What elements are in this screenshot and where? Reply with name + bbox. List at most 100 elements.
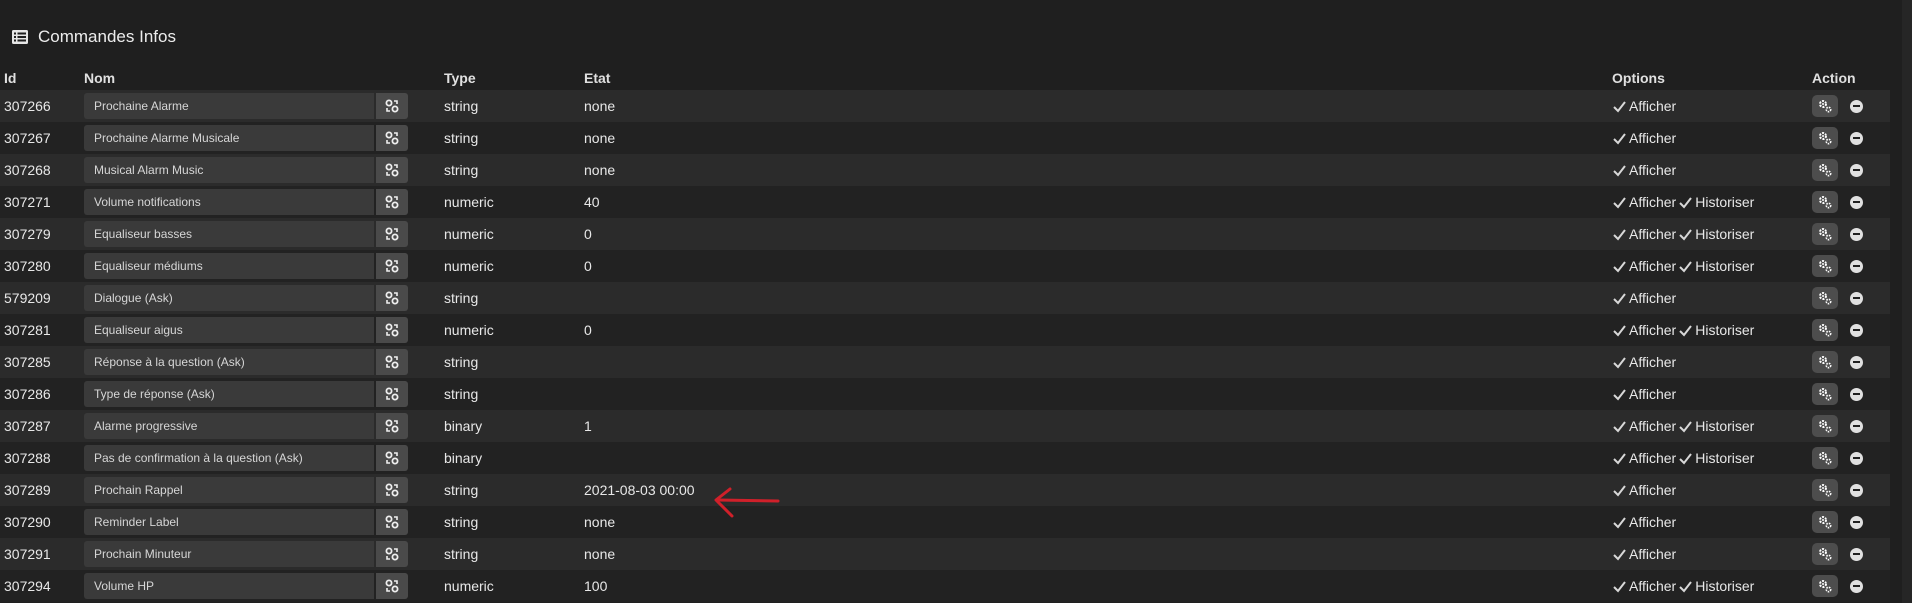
- gears-icon[interactable]: [1812, 447, 1838, 469]
- gears-icon[interactable]: [1812, 287, 1838, 309]
- gears-icon[interactable]: [1812, 543, 1838, 565]
- configure-icon[interactable]: [376, 253, 408, 279]
- gears-icon[interactable]: [1812, 159, 1838, 181]
- name-input[interactable]: Equaliseur basses: [84, 221, 374, 247]
- minus-circle-icon[interactable]: [1850, 547, 1863, 561]
- check-icon[interactable]: [1612, 259, 1627, 274]
- configure-icon[interactable]: [376, 221, 408, 247]
- cell-type: string: [444, 130, 479, 146]
- name-input[interactable]: Reminder Label: [84, 509, 374, 535]
- name-input[interactable]: Prochain Rappel: [84, 477, 374, 503]
- header-id: Id: [4, 70, 17, 86]
- check-icon[interactable]: [1612, 131, 1627, 146]
- name-input[interactable]: Volume notifications: [84, 189, 374, 215]
- minus-circle-icon[interactable]: [1850, 387, 1863, 401]
- header-action: Action: [1812, 70, 1856, 86]
- check-icon[interactable]: [1612, 323, 1627, 338]
- gears-icon[interactable]: [1812, 255, 1838, 277]
- check-icon[interactable]: [1612, 195, 1627, 210]
- name-input[interactable]: Equaliseur médiums: [84, 253, 374, 279]
- configure-icon[interactable]: [376, 189, 408, 215]
- check-icon[interactable]: [1612, 515, 1627, 530]
- minus-circle-icon[interactable]: [1850, 515, 1863, 529]
- minus-circle-icon[interactable]: [1850, 483, 1863, 497]
- minus-circle-icon[interactable]: [1850, 195, 1863, 209]
- configure-icon[interactable]: [376, 477, 408, 503]
- cell-nom: Prochain Rappel: [84, 477, 444, 503]
- minus-circle-icon[interactable]: [1850, 163, 1863, 177]
- check-icon[interactable]: [1678, 419, 1693, 434]
- table-row: 307288 Pas de confirmation à la question …: [0, 442, 1890, 474]
- gears-icon[interactable]: [1812, 223, 1838, 245]
- minus-circle-icon[interactable]: [1850, 419, 1863, 433]
- check-icon[interactable]: [1612, 387, 1627, 402]
- gears-icon[interactable]: [1812, 319, 1838, 341]
- gears-icon[interactable]: [1812, 191, 1838, 213]
- scrollbar[interactable]: [1902, 0, 1912, 603]
- name-input[interactable]: Pas de confirmation à la question (Ask): [84, 445, 374, 471]
- configure-icon[interactable]: [376, 349, 408, 375]
- gears-icon[interactable]: [1812, 127, 1838, 149]
- check-icon[interactable]: [1678, 451, 1693, 466]
- check-icon[interactable]: [1612, 547, 1627, 562]
- gears-icon[interactable]: [1812, 95, 1838, 117]
- name-input[interactable]: Type de réponse (Ask): [84, 381, 374, 407]
- configure-icon[interactable]: [376, 509, 408, 535]
- gears-icon[interactable]: [1812, 351, 1838, 373]
- configure-icon[interactable]: [376, 573, 408, 599]
- check-icon[interactable]: [1612, 419, 1627, 434]
- gears-icon[interactable]: [1812, 575, 1838, 597]
- minus-circle-icon[interactable]: [1850, 227, 1863, 241]
- check-icon[interactable]: [1678, 323, 1693, 338]
- gears-icon[interactable]: [1812, 479, 1838, 501]
- option-label: Afficher: [1629, 194, 1677, 210]
- check-icon[interactable]: [1612, 291, 1627, 306]
- check-icon[interactable]: [1678, 227, 1693, 242]
- cell-options: Afficher Historiser: [1612, 418, 1812, 434]
- configure-icon[interactable]: [376, 541, 408, 567]
- name-input[interactable]: Musical Alarm Music: [84, 157, 374, 183]
- configure-icon[interactable]: [376, 125, 408, 151]
- minus-circle-icon[interactable]: [1850, 291, 1863, 305]
- check-icon[interactable]: [1612, 579, 1627, 594]
- check-icon[interactable]: [1612, 355, 1627, 370]
- cell-id: 307294: [4, 578, 51, 594]
- option-label: Afficher: [1629, 258, 1677, 274]
- configure-icon[interactable]: [376, 445, 408, 471]
- minus-circle-icon[interactable]: [1850, 323, 1863, 337]
- configure-icon[interactable]: [376, 285, 408, 311]
- name-input[interactable]: Dialogue (Ask): [84, 285, 374, 311]
- minus-circle-icon[interactable]: [1850, 451, 1863, 465]
- configure-icon[interactable]: [376, 317, 408, 343]
- check-icon[interactable]: [1678, 579, 1693, 594]
- configure-icon[interactable]: [376, 93, 408, 119]
- name-input[interactable]: Equaliseur aigus: [84, 317, 374, 343]
- configure-icon[interactable]: [376, 381, 408, 407]
- check-icon[interactable]: [1678, 195, 1693, 210]
- configure-icon[interactable]: [376, 157, 408, 183]
- name-input[interactable]: Prochaine Alarme Musicale: [84, 125, 374, 151]
- minus-circle-icon[interactable]: [1850, 99, 1863, 113]
- check-icon[interactable]: [1612, 451, 1627, 466]
- minus-circle-icon[interactable]: [1850, 579, 1863, 593]
- name-input[interactable]: Volume HP: [84, 573, 374, 599]
- cell-id: 307285: [4, 354, 51, 370]
- check-icon[interactable]: [1612, 483, 1627, 498]
- gears-icon[interactable]: [1812, 415, 1838, 437]
- cell-type: string: [444, 290, 479, 306]
- check-icon[interactable]: [1678, 259, 1693, 274]
- minus-circle-icon[interactable]: [1850, 355, 1863, 369]
- check-icon[interactable]: [1612, 163, 1627, 178]
- name-input[interactable]: Alarme progressive: [84, 413, 374, 439]
- minus-circle-icon[interactable]: [1850, 131, 1863, 145]
- minus-circle-icon[interactable]: [1850, 259, 1863, 273]
- gears-icon[interactable]: [1812, 511, 1838, 533]
- option-label: Afficher: [1629, 514, 1677, 530]
- check-icon[interactable]: [1612, 99, 1627, 114]
- name-input[interactable]: Réponse à la question (Ask): [84, 349, 374, 375]
- gears-icon[interactable]: [1812, 383, 1838, 405]
- check-icon[interactable]: [1612, 227, 1627, 242]
- name-input[interactable]: Prochaine Alarme: [84, 93, 374, 119]
- name-input[interactable]: Prochain Minuteur: [84, 541, 374, 567]
- configure-icon[interactable]: [376, 413, 408, 439]
